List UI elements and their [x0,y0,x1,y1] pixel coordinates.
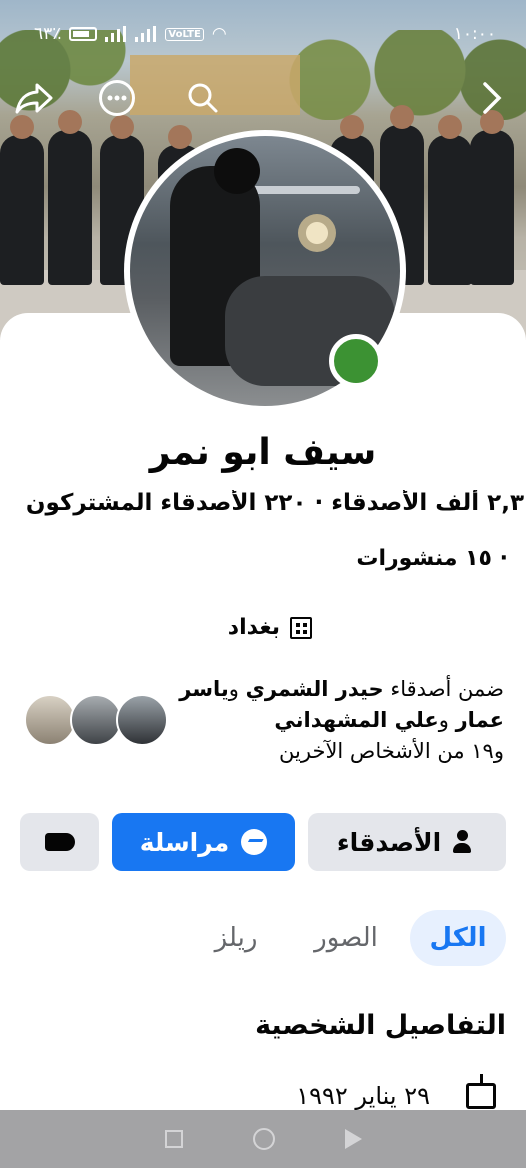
mutual-others: و١٩ من الأشخاص الآخرين [279,739,504,763]
battery-icon [69,27,98,41]
chevron-right-icon[interactable] [472,78,512,118]
cake-icon [466,1074,496,1109]
back-icon[interactable] [344,1129,362,1149]
wifi-icon: ◠ [211,24,227,44]
friends-button[interactable]: الأصدقاء [308,813,506,871]
birthday-text: ٢٩ يناير ١٩٩٢ [296,1082,430,1110]
avatar [24,694,76,746]
mutual-avatars [24,694,174,750]
system-nav-bar [0,1110,526,1168]
city-label: بغداد [227,615,280,640]
mutual-friends-text: ضمن أصدقاء حيدر الشمري وياسر عمار وعلي ا… [179,677,504,763]
more-icon[interactable] [97,78,137,118]
online-status-dot [329,334,383,388]
person-check-icon [453,830,477,854]
message-button[interactable]: مراسلة [112,813,295,871]
mutual-friend-3[interactable]: علي المشهداني [274,708,438,732]
signal-icon [105,26,127,42]
avatar [116,694,168,746]
profile-city: بغداد [228,615,312,640]
tab-all[interactable]: الكل [410,910,506,966]
avatar [70,694,122,746]
poke-button[interactable] [20,813,99,871]
status-bar: ٦٣٪ VoLTE ◠ ١٠:٠٠ [0,0,526,70]
friends-button-label: الأصدقاء [336,827,442,857]
battery-text: ٦٣٪ [34,24,62,44]
tab-reels[interactable]: ريلز [196,910,276,966]
profile-name: سيف ابو نمر [149,432,377,473]
messenger-icon [241,829,268,855]
share-icon[interactable] [14,78,54,118]
recent-apps-icon[interactable] [164,1130,183,1148]
profile-stats[interactable]: ٢,٣ ألف الأصدقاء · ٢٢٠ الأصدقاء المشتركو… [0,490,526,516]
building-icon [290,616,312,639]
signal-icon [135,26,157,42]
birthday-row: ٢٩ يناير ١٩٩٢ [296,1074,496,1110]
profile-posts-count: · ١٥ منشورات [356,546,508,571]
clock: ١٠:٠٠ [453,24,496,44]
mutual-friend-1[interactable]: حيدر الشمري [246,677,384,701]
message-button-label: مراسلة [139,827,230,857]
search-icon[interactable] [183,78,223,118]
personal-details-title: التفاصيل الشخصية [255,1010,506,1041]
poke-hand-icon [44,833,75,851]
volte-badge: VoLTE [165,27,204,41]
tab-photos[interactable]: الصور [296,910,396,966]
home-icon[interactable] [252,1128,275,1150]
status-left: ٦٣٪ VoLTE ◠ [34,24,227,44]
